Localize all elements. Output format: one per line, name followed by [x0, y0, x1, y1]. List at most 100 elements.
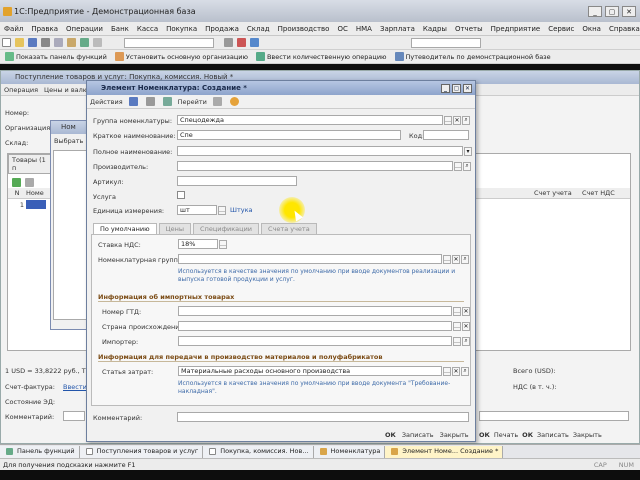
help-icon[interactable]	[250, 38, 259, 47]
menu-item[interactable]: Зарплата	[376, 22, 419, 36]
gtd-select-button[interactable]: …	[453, 306, 461, 316]
bg-ok-button[interactable]: ОК	[479, 431, 490, 439]
copy-row-icon[interactable]	[25, 177, 34, 187]
menu-item[interactable]: Предприятие	[487, 22, 545, 36]
menu-item[interactable]: Сервис	[544, 22, 578, 36]
structure-icon[interactable]	[212, 97, 222, 106]
calendar-icon[interactable]	[237, 38, 246, 47]
menu-item[interactable]: Продажа	[201, 22, 243, 36]
find-icon[interactable]	[93, 38, 102, 47]
vat-rate-select-button[interactable]: …	[219, 239, 227, 249]
task-nomenclature[interactable]: Номенклатура	[313, 445, 386, 458]
cost-item-field[interactable]: Материальные расходы основного производс…	[178, 366, 442, 376]
calculator-icon[interactable]	[224, 38, 233, 47]
menu-item[interactable]: Кадры	[419, 22, 451, 36]
code-field[interactable]	[423, 130, 469, 140]
tab-specifications[interactable]: Спецификации	[193, 223, 260, 234]
bg-comment-input-right[interactable]	[479, 411, 629, 421]
unit-field[interactable]: шт	[177, 205, 217, 215]
menu-item[interactable]: Операции	[62, 22, 107, 36]
full-name-field[interactable]	[177, 146, 463, 156]
menu-item[interactable]: Касса	[133, 22, 162, 36]
enter-initial-button[interactable]: Ввести количественную операцию	[251, 51, 390, 62]
gtd-field[interactable]	[178, 306, 452, 316]
menu-item[interactable]: ОС	[333, 22, 351, 36]
close-icon[interactable]: ✕	[622, 5, 636, 17]
bg-comment-input[interactable]	[63, 411, 85, 421]
nom-group-clear-icon[interactable]: ✕	[452, 254, 460, 264]
nom-group-search-icon[interactable]: ⌕	[461, 254, 469, 264]
unit-select-button[interactable]: …	[218, 205, 226, 215]
article-field[interactable]	[177, 176, 297, 186]
importer-select-button[interactable]: …	[453, 336, 461, 346]
bg-close2-button[interactable]: Закрыть	[573, 431, 602, 439]
add-row-icon[interactable]	[12, 177, 21, 187]
guide-button[interactable]: Путеводитель по демонстрационной базе	[390, 51, 554, 62]
tab-prices[interactable]: Цены	[158, 223, 192, 234]
task-nomenclature-element[interactable]: Элемент Номе... Создание *	[385, 445, 504, 458]
tab-defaults[interactable]: По умолчанию	[93, 223, 157, 234]
unit-link[interactable]: Штука	[230, 206, 253, 214]
maker-field[interactable]	[177, 161, 453, 171]
menu-item[interactable]: Правка	[27, 22, 62, 36]
goto-menu[interactable]: Перейти	[178, 98, 207, 106]
service-checkbox[interactable]	[177, 191, 185, 199]
actions-menu[interactable]: Действия	[90, 98, 123, 106]
menu-item[interactable]: Окна	[578, 22, 605, 36]
cost-item-search-icon[interactable]: ⌕	[461, 366, 469, 376]
menu-item[interactable]: НМА	[352, 22, 376, 36]
maker-select-button[interactable]: …	[454, 161, 462, 171]
quick-search-input[interactable]	[411, 37, 481, 48]
menu-item[interactable]: Отчеты	[451, 22, 487, 36]
refresh-icon[interactable]	[162, 97, 172, 106]
menu-item[interactable]: Файл	[0, 22, 27, 36]
minimize-icon[interactable]: _	[588, 5, 602, 17]
show-panel-button[interactable]: Показать панель функций	[0, 51, 110, 62]
new-doc-icon[interactable]	[2, 38, 11, 47]
dialog-minimize-icon[interactable]: _	[441, 83, 450, 93]
nom-group-select-button[interactable]: …	[443, 254, 451, 264]
vat-rate-field[interactable]: 18%	[178, 239, 218, 249]
menu-item[interactable]: Производство	[274, 22, 334, 36]
row-selected-cell[interactable]	[26, 200, 46, 209]
short-name-field[interactable]: Спе	[177, 130, 401, 140]
dialog-maximize-icon[interactable]: ▢	[452, 83, 461, 93]
menu-item[interactable]: Покупка	[162, 22, 201, 36]
ok-button[interactable]: ОК	[385, 431, 396, 439]
bg-ok2-button[interactable]: ОК	[522, 431, 533, 439]
importer-search-icon[interactable]: ⌕	[462, 336, 470, 346]
bg-print-button[interactable]: Печать	[494, 431, 518, 439]
close-button[interactable]: Закрыть	[440, 431, 469, 439]
country-clear-icon[interactable]: ✕	[462, 321, 470, 331]
task-receipts[interactable]: Поступления товаров и услуг	[79, 445, 204, 458]
operation-menu[interactable]: Операция	[4, 86, 38, 94]
group-clear-icon[interactable]: ✕	[453, 115, 461, 125]
country-select-button[interactable]: …	[453, 321, 461, 331]
help-icon[interactable]	[229, 97, 239, 106]
full-name-dropdown-icon[interactable]: ▾	[464, 146, 472, 156]
country-field[interactable]	[178, 321, 452, 331]
open-folder-icon[interactable]	[15, 38, 24, 47]
maker-search-icon[interactable]: ⌕	[463, 161, 471, 171]
task-purchase[interactable]: Покупка, комиссия. Нов...	[203, 445, 314, 458]
menu-item[interactable]: Справка	[605, 22, 640, 36]
maximize-icon[interactable]: ▢	[605, 5, 619, 17]
task-functions-panel[interactable]: Панель функций	[0, 445, 80, 458]
save-button[interactable]: Записать	[402, 431, 434, 439]
gtd-clear-icon[interactable]: ✕	[462, 306, 470, 316]
group-search-icon[interactable]: ⌕	[462, 115, 470, 125]
bg-save2-button[interactable]: Записать	[537, 431, 569, 439]
menu-item[interactable]: Банк	[107, 22, 133, 36]
invoice-link[interactable]: Ввести	[63, 383, 87, 391]
undo-icon[interactable]	[80, 38, 89, 47]
cost-item-clear-icon[interactable]: ✕	[452, 366, 460, 376]
copy-icon[interactable]	[54, 38, 63, 47]
comment-field[interactable]	[177, 412, 469, 422]
dialog-close-icon[interactable]: ✕	[463, 83, 472, 93]
menu-item[interactable]: Склад	[243, 22, 274, 36]
cut-icon[interactable]	[41, 38, 50, 47]
importer-field[interactable]	[178, 336, 452, 346]
search-input[interactable]	[124, 37, 214, 48]
save-icon[interactable]	[128, 97, 138, 106]
save-icon[interactable]	[28, 38, 37, 47]
